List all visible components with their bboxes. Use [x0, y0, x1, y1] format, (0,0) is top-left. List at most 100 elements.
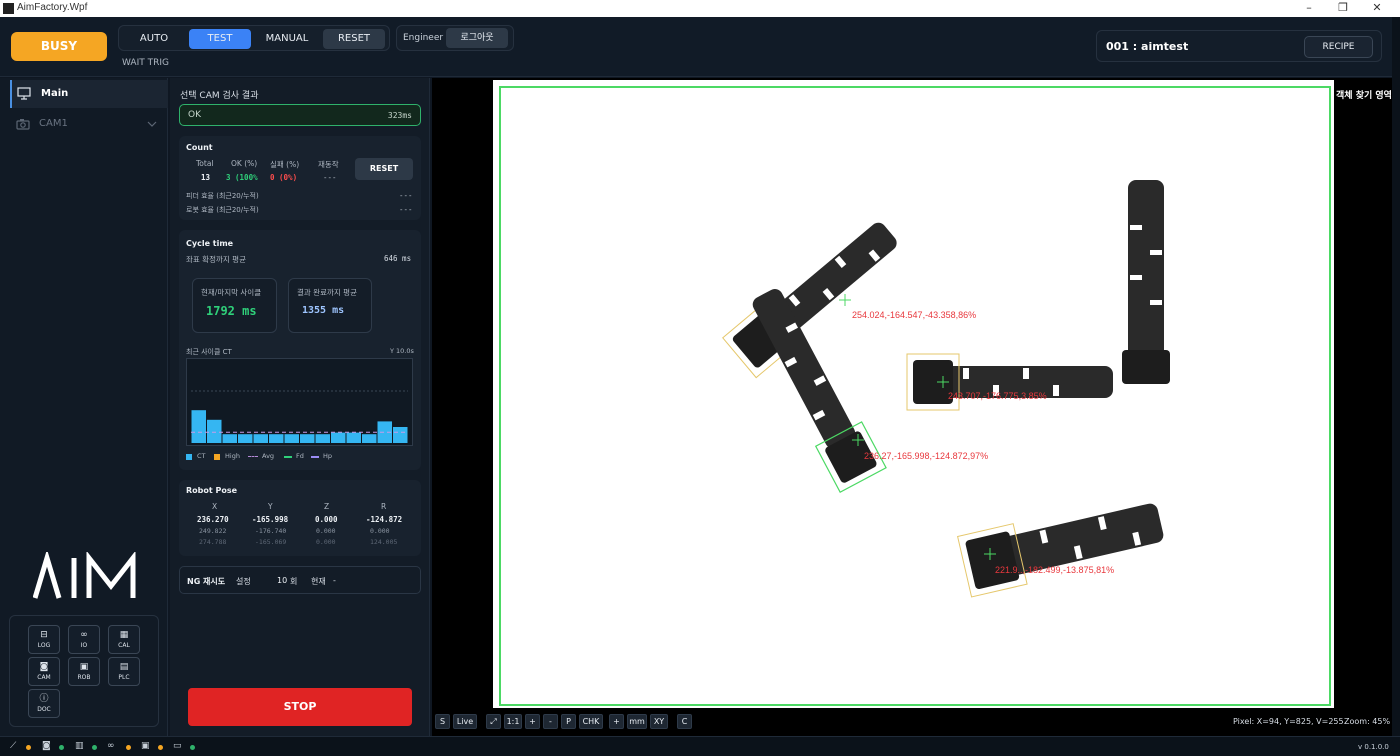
- mode-reset-button[interactable]: RESET: [323, 29, 385, 49]
- camera-status-dot: [59, 745, 64, 750]
- recipe-button[interactable]: RECIPE: [1304, 36, 1373, 58]
- busy-status-button[interactable]: BUSY: [11, 32, 107, 61]
- ct-bar: [284, 434, 299, 443]
- ct-bar: [346, 432, 361, 443]
- minimize-button[interactable]: –: [1292, 0, 1326, 17]
- legend-swatch-fd: [284, 456, 292, 458]
- count-title: Count: [186, 143, 213, 152]
- log-button[interactable]: ⊟ LOG: [28, 625, 60, 654]
- current-cycle-label: 현재/마지막 사이클: [201, 288, 262, 297]
- plc-button[interactable]: ▤ PLC: [108, 657, 140, 686]
- legend-fd: Fd: [296, 452, 304, 460]
- robot-pose-card: Robot Pose X Y Z R 236.270 -165.998 0.00…: [179, 480, 421, 556]
- maximize-button[interactable]: ❐: [1326, 0, 1360, 17]
- monitor-icon: [17, 87, 31, 100]
- robot-status-dot: [26, 745, 31, 750]
- ng-retry-box: NG 재시도 설정 10 회 현재 -: [179, 566, 421, 594]
- window-title: AimFactory.Wpf: [17, 2, 88, 13]
- live-button[interactable]: Live: [453, 714, 477, 729]
- count-reset-button[interactable]: RESET: [355, 158, 413, 180]
- sidebar-item-main[interactable]: Main: [10, 80, 168, 108]
- ct-bar: [238, 434, 253, 443]
- close-button[interactable]: ✕: [1360, 0, 1394, 17]
- result-avg-box: 결과 완료까지 평균 1355 ms: [288, 278, 372, 333]
- sidebar-item-label: Main: [41, 88, 69, 99]
- mode-auto-button[interactable]: AUTO: [123, 29, 185, 49]
- legend-hp: Hp: [323, 452, 333, 460]
- camera-image[interactable]: 254.024,-164.547,-43.358,86% 243.707,-17…: [493, 80, 1334, 708]
- count-fail: 0 (0%): [270, 173, 298, 182]
- crosshair-button[interactable]: +: [609, 714, 624, 729]
- ct-bar: [253, 434, 268, 443]
- user-group: Engineer 로그아웃: [396, 25, 514, 51]
- image-status-dot: [158, 745, 163, 750]
- app-icon: [3, 3, 14, 14]
- pose-prev-z: 0.000: [316, 527, 336, 535]
- robot-pose-title: Robot Pose: [186, 486, 238, 495]
- snap-button[interactable]: S: [435, 714, 450, 729]
- ng-retry-current-value: -: [333, 576, 336, 585]
- chevron-down-icon[interactable]: [147, 121, 157, 127]
- cam-button[interactable]: ◙ CAM: [28, 657, 60, 686]
- count-retry: ---: [323, 173, 337, 182]
- control-panel: 선택 CAM 검사 결과 OK 323ms Count Total OK (%)…: [170, 78, 430, 736]
- legend-avg: Avg: [262, 452, 275, 460]
- monitor-status-dot: [190, 745, 195, 750]
- cal-button[interactable]: ▦ CAL: [108, 625, 140, 654]
- pose-header-z: Z: [324, 502, 330, 511]
- result-avg-label: 결과 완료까지 평균: [297, 288, 357, 297]
- sidebar-item-label: CAM1: [39, 118, 68, 129]
- legend-swatch-ct: [186, 454, 192, 460]
- sidebar-item-cam1[interactable]: CAM1: [10, 112, 168, 136]
- zoom-out-button[interactable]: -: [543, 714, 558, 729]
- logout-button[interactable]: 로그아웃: [446, 28, 508, 48]
- chk-button[interactable]: CHK: [579, 714, 603, 729]
- robot-arm-icon: ⟋: [10, 741, 17, 751]
- image-viewer[interactable]: 254.024,-164.547,-43.358,86% 243.707,-17…: [432, 78, 1400, 736]
- monitor-icon: ▭: [173, 741, 182, 751]
- io-icon: ∞: [107, 741, 115, 751]
- status-bar: ⟋ ◙ ▥ ∞ ▣ ▭ v 0.1.0.0: [0, 736, 1400, 756]
- mode-test-button[interactable]: TEST: [189, 29, 251, 49]
- doc-button[interactable]: ⓘ DOC: [28, 689, 60, 718]
- ct-bar: [362, 434, 377, 443]
- rob-button[interactable]: ▣ ROB: [68, 657, 100, 686]
- info-icon: ⓘ: [39, 694, 49, 704]
- ct-bar: [222, 434, 237, 443]
- pose-current-x: 236.270: [197, 515, 229, 524]
- ng-retry-setting-value[interactable]: 10: [277, 576, 287, 585]
- count-header-ok: OK (%): [231, 159, 258, 168]
- result-time: 323ms: [387, 111, 412, 120]
- ng-retry-label: NG 재시도: [187, 577, 226, 586]
- p-button[interactable]: P: [561, 714, 576, 729]
- result-avg-value: 1355 ms: [302, 305, 345, 316]
- measurement-2: 243.707,-176.775,3.85%: [948, 391, 1047, 401]
- actual-size-button[interactable]: 1:1: [504, 714, 522, 729]
- plc-icon: ▤: [119, 662, 129, 672]
- fit-button[interactable]: ⤢: [486, 714, 501, 729]
- ct-bar: [300, 434, 315, 443]
- mode-manual-button[interactable]: MANUAL: [255, 29, 319, 49]
- legend-ct: CT: [197, 452, 206, 460]
- pose-current-y: -165.998: [252, 515, 289, 524]
- feeder-efficiency-label: 피더 효율 (최근20/누적): [186, 192, 259, 200]
- legend-swatch-high: [214, 454, 220, 460]
- robot-icon: ▣: [79, 662, 89, 672]
- legend-swatch-hp: [311, 456, 319, 458]
- pose-prev-x: 249.822: [199, 527, 227, 535]
- cycle-title: Cycle time: [186, 239, 234, 248]
- feeder-efficiency-value: ---: [399, 191, 413, 200]
- find-region[interactable]: [499, 86, 1331, 706]
- ct-chart-ymax: Y 10.0s: [390, 347, 414, 355]
- legend-swatch-avg: [248, 456, 258, 457]
- io-button[interactable]: ∞ IO: [68, 625, 100, 654]
- ng-retry-unit: 회: [290, 577, 298, 586]
- xy-button[interactable]: XY: [650, 714, 668, 729]
- ct-chart: [186, 358, 413, 446]
- camera-icon: [16, 119, 30, 130]
- pose-current-z: 0.000: [315, 515, 338, 524]
- stop-button[interactable]: STOP: [188, 688, 412, 726]
- mm-button[interactable]: mm: [627, 714, 647, 729]
- clear-button[interactable]: C: [677, 714, 692, 729]
- zoom-in-button[interactable]: +: [525, 714, 540, 729]
